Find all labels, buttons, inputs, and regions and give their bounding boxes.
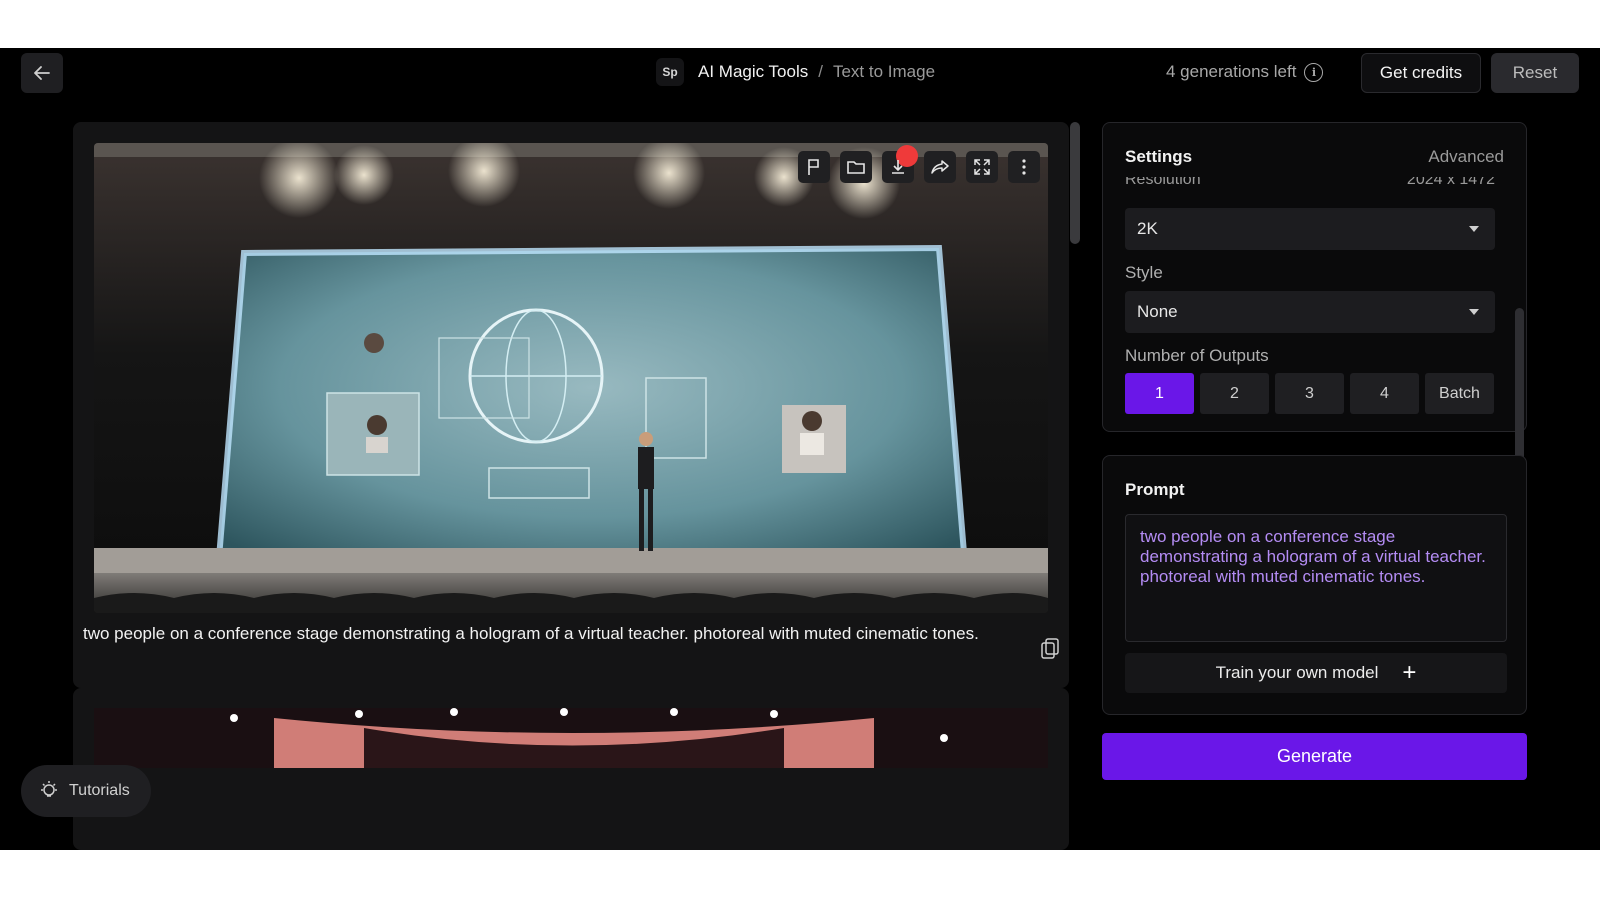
outputs-option-4[interactable]: 4 bbox=[1350, 373, 1419, 414]
breadcrumb-ai-magic-tools[interactable]: AI Magic Tools bbox=[698, 62, 808, 82]
expand-icon bbox=[974, 159, 990, 175]
breadcrumb-text-to-image: Text to Image bbox=[832, 62, 936, 81]
resolution-select[interactable]: 2K bbox=[1125, 208, 1495, 250]
more-icon bbox=[1022, 159, 1026, 175]
outputs-option-3[interactable]: 3 bbox=[1275, 373, 1344, 414]
style-label: Style bbox=[1125, 263, 1163, 282]
back-button[interactable] bbox=[21, 53, 63, 93]
style-selected: None bbox=[1137, 302, 1178, 321]
resolution-label: Resolution bbox=[1125, 177, 1201, 188]
tutorials-label: Tutorials bbox=[69, 782, 130, 799]
results-scrollbar[interactable] bbox=[1070, 122, 1080, 244]
share-icon bbox=[931, 160, 949, 174]
more-button[interactable] bbox=[1008, 151, 1040, 183]
info-icon[interactable]: i bbox=[1304, 62, 1324, 82]
resolution-value: 2024 x 1472 bbox=[1406, 177, 1495, 188]
lightbulb-icon bbox=[41, 781, 57, 797]
stage-red-image bbox=[94, 708, 1048, 768]
prompt-panel: Prompt two people on a conference stage … bbox=[1102, 455, 1527, 715]
copy-icon[interactable] bbox=[1040, 638, 1060, 660]
outputs-option-1[interactable]: 1 bbox=[1125, 373, 1194, 414]
outputs-option-batch[interactable]: Batch bbox=[1425, 373, 1494, 414]
generate-button[interactable]: Generate bbox=[1102, 733, 1527, 780]
outputs-option-2[interactable]: 2 bbox=[1200, 373, 1269, 414]
app-window: Sp AI Magic Tools / Text to Image 4 gene… bbox=[0, 48, 1600, 850]
folder-button[interactable] bbox=[840, 151, 872, 183]
stage-hologram-image bbox=[94, 143, 1048, 613]
caret-down-icon bbox=[1469, 309, 1479, 315]
resolution-selected: 2K bbox=[1137, 219, 1158, 238]
train-model-button[interactable]: Train your own model + bbox=[1125, 653, 1507, 693]
generated-image-second[interactable] bbox=[94, 708, 1048, 768]
prompt-title: Prompt bbox=[1125, 480, 1185, 499]
outputs-label: Number of Outputs bbox=[1125, 346, 1269, 365]
outputs-selector: 1 2 3 4 Batch bbox=[1125, 373, 1494, 414]
breadcrumb-separator: / bbox=[818, 62, 823, 81]
flag-button[interactable] bbox=[798, 151, 830, 183]
breadcrumb: Sp AI Magic Tools / Text to Image bbox=[656, 54, 935, 90]
generations-counter: 4 generations left i bbox=[1166, 54, 1324, 90]
reset-button[interactable]: Reset bbox=[1491, 53, 1579, 93]
arrow-left-icon bbox=[34, 66, 50, 80]
settings-panel: Settings Advanced Resolution 2024 x 1472… bbox=[1102, 122, 1527, 432]
advanced-toggle[interactable]: Advanced bbox=[1428, 147, 1504, 167]
caret-down-icon bbox=[1469, 226, 1479, 232]
settings-title: Settings bbox=[1125, 147, 1193, 166]
get-credits-button[interactable]: Get credits bbox=[1361, 53, 1481, 93]
image-caption: two people on a conference stage demonst… bbox=[83, 624, 979, 643]
fullscreen-button[interactable] bbox=[966, 151, 998, 183]
download-button[interactable] bbox=[882, 145, 918, 183]
generated-image[interactable] bbox=[94, 143, 1048, 613]
train-model-label: Train your own model bbox=[1215, 663, 1379, 682]
flag-icon bbox=[808, 159, 819, 175]
image-toolbar bbox=[798, 145, 1040, 183]
resolution-row: Resolution 2024 x 1472 bbox=[1125, 177, 1495, 195]
folder-icon bbox=[847, 161, 865, 174]
prompt-textarea[interactable]: two people on a conference stage demonst… bbox=[1125, 514, 1507, 642]
share-button[interactable] bbox=[924, 151, 956, 183]
generations-left-text: 4 generations left bbox=[1166, 62, 1297, 81]
plus-icon: + bbox=[1402, 659, 1417, 686]
workspace-badge[interactable]: Sp bbox=[656, 58, 684, 86]
style-select[interactable]: None bbox=[1125, 291, 1495, 333]
tutorials-button[interactable]: Tutorials bbox=[21, 765, 151, 817]
settings-scrollbar[interactable] bbox=[1515, 308, 1524, 466]
download-icon bbox=[892, 160, 904, 174]
